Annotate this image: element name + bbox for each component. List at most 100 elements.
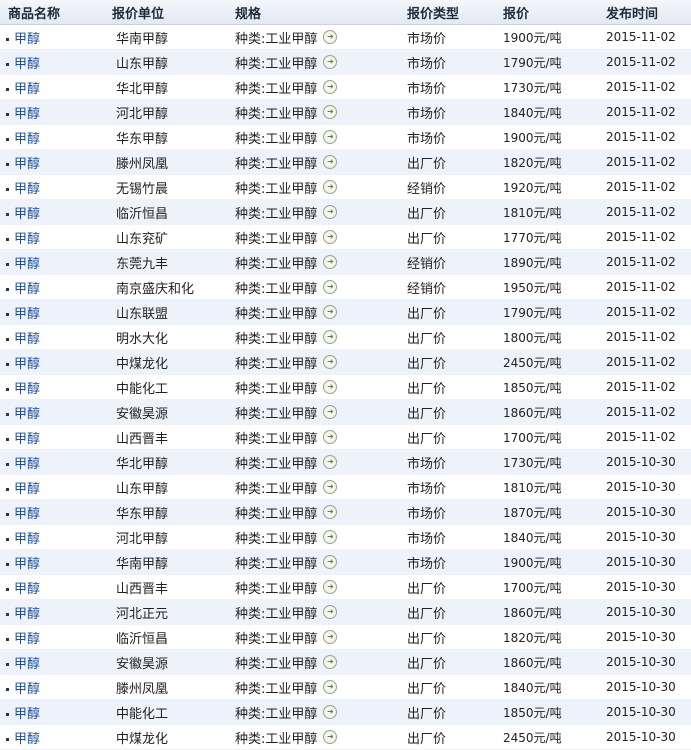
arrow-right-circle-icon[interactable]: ➜ xyxy=(323,205,338,220)
spec-cell: 种类:工业甲醇 ➜ xyxy=(231,653,403,672)
price-cell: 1860元/吨 xyxy=(503,405,562,420)
header-spec: 规格 xyxy=(235,6,262,22)
product-name-link[interactable]: 甲醇 xyxy=(14,182,40,197)
quote-unit-cell: 明水大化 xyxy=(116,331,169,347)
arrow-right-circle-icon[interactable]: ➜ xyxy=(323,130,338,145)
spec-cell: 种类:工业甲醇 ➜ xyxy=(231,253,403,272)
arrow-right-circle-icon[interactable]: ➜ xyxy=(323,330,338,345)
product-name-link[interactable]: 甲醇 xyxy=(14,707,40,722)
product-name-link[interactable]: 甲醇 xyxy=(14,132,40,147)
table-row: 甲醇 临沂恒昌 种类:工业甲醇 ➜ 出厂价 1810元/吨 2015-11-02 xyxy=(0,200,691,226)
product-name-link[interactable]: 甲醇 xyxy=(14,457,40,472)
product-name-link[interactable]: 甲醇 xyxy=(14,582,40,597)
spec-cell: 种类:工业甲醇 ➜ xyxy=(231,78,403,97)
price-cell: 1700元/吨 xyxy=(503,430,562,445)
product-name-link[interactable]: 甲醇 xyxy=(14,157,40,172)
table-row: 甲醇 无锡竹晨 种类:工业甲醇 ➜ 经销价 1920元/吨 2015-11-02 xyxy=(0,175,691,201)
arrow-right-circle-icon[interactable]: ➜ xyxy=(323,480,338,495)
arrow-right-circle-icon[interactable]: ➜ xyxy=(323,505,338,520)
arrow-right-circle-icon[interactable]: ➜ xyxy=(323,230,338,245)
product-name-link[interactable]: 甲醇 xyxy=(14,257,40,272)
arrow-right-circle-icon[interactable]: ➜ xyxy=(323,455,338,470)
product-name-cell: 甲醇 xyxy=(0,703,112,722)
product-name-link[interactable]: 甲醇 xyxy=(14,732,40,747)
price-cell: 1900元/吨 xyxy=(503,30,562,45)
product-name-link[interactable]: 甲醇 xyxy=(14,407,40,422)
bullet-icon xyxy=(6,612,9,616)
product-name-link[interactable]: 甲醇 xyxy=(14,57,40,72)
product-name-link[interactable]: 甲醇 xyxy=(14,282,40,297)
arrow-right-circle-icon[interactable]: ➜ xyxy=(323,430,338,445)
arrow-right-circle-icon[interactable]: ➜ xyxy=(323,730,338,745)
arrow-right-circle-icon[interactable]: ➜ xyxy=(323,530,338,545)
arrow-right-circle-icon[interactable]: ➜ xyxy=(323,55,338,70)
quote-type-cell: 市场价 xyxy=(407,531,447,547)
quote-unit-cell: 河北正元 xyxy=(116,606,169,622)
arrow-right-circle-icon[interactable]: ➜ xyxy=(323,305,338,320)
quote-type-cell: 出厂价 xyxy=(407,681,447,697)
bullet-icon xyxy=(6,587,9,591)
product-name-link[interactable]: 甲醇 xyxy=(14,357,40,372)
product-name-link[interactable]: 甲醇 xyxy=(14,207,40,222)
product-name-link[interactable]: 甲醇 xyxy=(14,332,40,347)
product-name-link[interactable]: 甲醇 xyxy=(14,557,40,572)
product-name-link[interactable]: 甲醇 xyxy=(14,507,40,522)
arrow-right-circle-icon[interactable]: ➜ xyxy=(323,380,338,395)
product-name-link[interactable]: 甲醇 xyxy=(14,232,40,247)
spec-text: 种类:工业甲醇 xyxy=(235,681,318,697)
arrow-right-circle-icon[interactable]: ➜ xyxy=(323,155,338,170)
product-name-link[interactable]: 甲醇 xyxy=(14,607,40,622)
arrow-right-circle-icon[interactable]: ➜ xyxy=(323,630,338,645)
arrow-right-circle-icon[interactable]: ➜ xyxy=(323,180,338,195)
quote-unit-cell: 华南甲醇 xyxy=(116,556,169,572)
header-quote-unit: 报价单位 xyxy=(112,6,165,22)
arrow-right-circle-icon[interactable]: ➜ xyxy=(323,405,338,420)
bullet-icon xyxy=(6,212,9,216)
product-name-link[interactable]: 甲醇 xyxy=(14,382,40,397)
product-name-link[interactable]: 甲醇 xyxy=(14,82,40,97)
product-name-link[interactable]: 甲醇 xyxy=(14,682,40,697)
table-row: 甲醇 明水大化 种类:工业甲醇 ➜ 出厂价 1800元/吨 2015-11-02 xyxy=(0,325,691,351)
publish-date-cell: 2015-11-02 xyxy=(606,155,676,170)
arrow-right-circle-icon[interactable]: ➜ xyxy=(323,80,338,95)
spec-cell: 种类:工业甲醇 ➜ xyxy=(231,703,403,722)
arrow-right-circle-icon[interactable]: ➜ xyxy=(323,355,338,370)
product-name-link[interactable]: 甲醇 xyxy=(14,657,40,672)
product-name-link[interactable]: 甲醇 xyxy=(14,632,40,647)
arrow-right-circle-icon[interactable]: ➜ xyxy=(323,280,338,295)
product-name-cell: 甲醇 xyxy=(0,653,112,672)
table-row: 甲醇 山东兖矿 种类:工业甲醇 ➜ 出厂价 1770元/吨 2015-11-02 xyxy=(0,225,691,251)
arrow-right-circle-icon[interactable]: ➜ xyxy=(323,255,338,270)
product-name-link[interactable]: 甲醇 xyxy=(14,32,40,47)
arrow-right-circle-icon[interactable]: ➜ xyxy=(323,705,338,720)
spec-text: 种类:工业甲醇 xyxy=(235,506,318,522)
arrow-right-circle-icon[interactable]: ➜ xyxy=(323,580,338,595)
publish-date-cell: 2015-10-30 xyxy=(606,530,676,545)
arrow-right-circle-icon[interactable]: ➜ xyxy=(323,30,338,44)
arrow-right-circle-icon[interactable]: ➜ xyxy=(323,680,338,695)
quote-unit-cell: 山东甲醇 xyxy=(116,56,169,72)
table-row: 甲醇 南京盛庆和化 种类:工业甲醇 ➜ 经销价 1950元/吨 2015-11-… xyxy=(0,275,691,301)
product-name-link[interactable]: 甲醇 xyxy=(14,107,40,122)
arrow-right-circle-icon[interactable]: ➜ xyxy=(323,555,338,570)
product-name-link[interactable]: 甲醇 xyxy=(14,307,40,322)
product-name-link[interactable]: 甲醇 xyxy=(14,482,40,497)
price-cell: 1950元/吨 xyxy=(503,280,562,295)
product-name-link[interactable]: 甲醇 xyxy=(14,532,40,547)
publish-date-cell: 2015-10-30 xyxy=(606,580,676,595)
price-cell: 1730元/吨 xyxy=(503,455,562,470)
spec-text: 种类:工业甲醇 xyxy=(235,631,318,647)
product-name-link[interactable]: 甲醇 xyxy=(14,432,40,447)
table-row: 甲醇 华东甲醇 种类:工业甲醇 ➜ 市场价 1870元/吨 2015-10-30 xyxy=(0,500,691,526)
arrow-right-circle-icon[interactable]: ➜ xyxy=(323,605,338,620)
quote-unit-cell: 华南甲醇 xyxy=(116,31,169,47)
product-name-cell: 甲醇 xyxy=(0,603,112,622)
spec-cell: 种类:工业甲醇 ➜ xyxy=(231,453,403,472)
header-product-name: 商品名称 xyxy=(8,6,61,22)
spec-text: 种类:工业甲醇 xyxy=(235,156,318,172)
arrow-right-circle-icon[interactable]: ➜ xyxy=(323,105,338,120)
arrow-right-circle-icon[interactable]: ➜ xyxy=(323,655,338,670)
spec-cell: 种类:工业甲醇 ➜ xyxy=(231,728,403,747)
quote-unit-cell: 山东兖矿 xyxy=(116,231,169,247)
publish-date-cell: 2015-11-02 xyxy=(606,305,676,320)
